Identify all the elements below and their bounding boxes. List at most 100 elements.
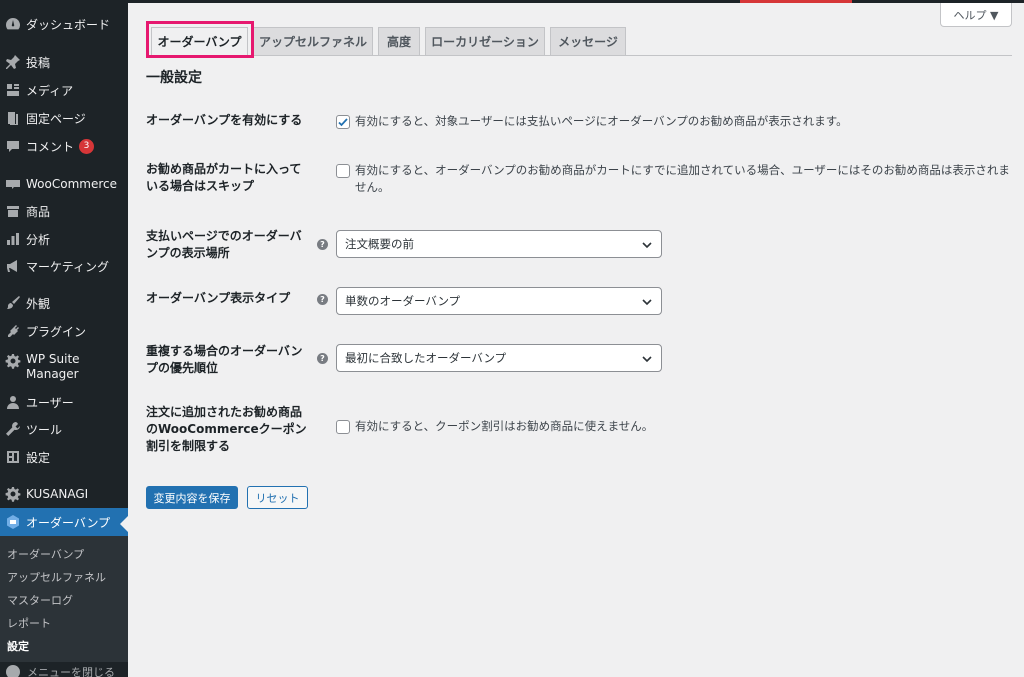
- collapse-menu-label: メニューを閉じる: [27, 666, 115, 677]
- sidebar-item-order-bump[interactable]: オーダーバンプ: [0, 508, 128, 536]
- gear-icon: [0, 350, 26, 369]
- sidebar-item-woocommerce[interactable]: WooCommerce: [0, 170, 128, 198]
- submenu-item-report[interactable]: レポート: [7, 615, 51, 631]
- chevron-down-icon: [642, 356, 652, 363]
- sidebar-item-marketing[interactable]: マーケティング: [0, 252, 128, 280]
- skip-if-in-cart-label: お勧め商品がカートに入っている場合はスキップ: [146, 162, 302, 193]
- sidebar-item-label: メディア: [26, 83, 74, 98]
- page-icon: [0, 110, 26, 126]
- collapse-menu-button[interactable]: メニューを閉じる: [0, 662, 128, 677]
- sidebar-item-dashboard[interactable]: ダッシュボード: [0, 10, 128, 38]
- bump-priority-select[interactable]: 最初に合致したオーダーバンプ: [336, 344, 662, 372]
- save-button[interactable]: 変更内容を保存: [146, 486, 238, 509]
- gear-icon: [0, 486, 26, 502]
- skip-if-in-cart-checkbox[interactable]: [336, 164, 350, 178]
- submenu-item-upsell-funnel[interactable]: アップセルファネル: [7, 569, 106, 585]
- tab-messages[interactable]: メッセージ: [550, 27, 626, 55]
- sidebar-item-label: KUSANAGI: [26, 487, 89, 501]
- admin-bar-accent: [740, 0, 852, 3]
- sidebar-item-label: マーケティング: [26, 259, 110, 274]
- sidebar-item-label: オーダーバンプ: [26, 515, 111, 530]
- tabs-divider: [146, 55, 1012, 56]
- bump-display-type-value: 単数のオーダーバンプ: [345, 294, 461, 308]
- sidebar-item-appearance[interactable]: 外観: [0, 289, 128, 317]
- tab-advanced[interactable]: 高度: [378, 27, 420, 55]
- bump-display-type-select[interactable]: 単数のオーダーバンプ: [336, 287, 662, 315]
- woocommerce-icon: [0, 176, 26, 192]
- sidebar-item-label: ダッシュボード: [26, 17, 111, 32]
- bump-priority-label: 重複する場合のオーダーバンプの優先順位: [146, 344, 303, 375]
- enable-order-bump-description: 有効にすると、対象ユーザーには支払いページにオーダーバンプのお勧め商品が表示され…: [355, 114, 848, 128]
- user-icon: [0, 394, 26, 410]
- sidebar-item-posts[interactable]: 投稿: [0, 48, 128, 76]
- enable-order-bump-label: オーダーバンプを有効にする: [146, 113, 303, 127]
- chevron-down-icon: [642, 299, 652, 306]
- order-bump-submenu: オーダーバンプ アップセルファネル マスターログ レポート 設定: [0, 536, 128, 662]
- sidebar-item-wp-suite-manager[interactable]: WP Suite Manager: [0, 350, 128, 386]
- sidebar-item-label: 商品: [26, 204, 51, 219]
- sidebar-item-label: 分析: [26, 232, 51, 247]
- checkmark-icon: [338, 118, 348, 127]
- restrict-coupon-checkbox[interactable]: [336, 420, 350, 434]
- sidebar-item-label: 固定ページ: [26, 111, 86, 126]
- sidebar-item-products[interactable]: 商品: [0, 197, 128, 225]
- sidebar-item-media[interactable]: メディア: [0, 76, 128, 104]
- help-button[interactable]: ヘルプ ▼: [940, 3, 1012, 27]
- restrict-coupon-label: 注文に追加されたお勧め商品のWooCommerceクーポン割引を制限する: [146, 405, 307, 453]
- sidebar-item-plugins[interactable]: プラグイン: [0, 317, 128, 345]
- sidebar-item-comments[interactable]: コメント 3: [0, 132, 128, 160]
- wrench-icon: [0, 421, 26, 437]
- sidebar-item-label: プラグイン: [26, 324, 87, 339]
- analytics-icon: [0, 231, 26, 247]
- sidebar-item-tools[interactable]: ツール: [0, 415, 128, 443]
- comment-icon: [0, 138, 26, 154]
- sidebar-item-label: ツール: [26, 422, 63, 437]
- bump-location-label: 支払いページでのオーダーバンプの表示場所: [146, 229, 302, 260]
- help-icon[interactable]: ?: [317, 239, 328, 250]
- comment-count-badge: 3: [79, 138, 95, 154]
- bump-location-value: 注文概要の前: [345, 237, 414, 251]
- help-icon[interactable]: ?: [317, 294, 328, 305]
- sidebar-item-label: WooCommerce: [26, 177, 117, 191]
- submenu-item-settings[interactable]: 設定: [7, 638, 29, 654]
- sidebar-item-label: WP Suite Manager: [26, 352, 80, 381]
- sidebar-item-kusanagi[interactable]: KUSANAGI: [0, 480, 128, 508]
- section-title: 一般設定: [146, 70, 202, 86]
- submenu-item-order-bump[interactable]: オーダーバンプ: [7, 546, 84, 562]
- active-menu-arrow: [120, 516, 128, 532]
- sidebar-item-users[interactable]: ユーザー: [0, 388, 128, 416]
- admin-sidebar: ダッシュボード 投稿 メディア 固定ページ コメント 3 WooCommerce…: [0, 0, 128, 677]
- tab-order-bump[interactable]: オーダーバンプ: [151, 27, 248, 55]
- brush-icon: [0, 295, 26, 311]
- products-icon: [0, 203, 26, 219]
- megaphone-icon: [0, 258, 26, 274]
- enable-order-bump-checkbox[interactable]: [336, 115, 350, 129]
- media-icon: [0, 82, 26, 98]
- sidebar-item-label: コメント: [26, 139, 75, 154]
- reset-button[interactable]: リセット: [247, 486, 308, 509]
- sidebar-item-label: 投稿: [26, 55, 51, 70]
- admin-bar-edge: [128, 0, 1024, 3]
- bump-priority-value: 最初に合致したオーダーバンプ: [345, 351, 507, 365]
- help-icon[interactable]: ?: [317, 353, 328, 364]
- sidebar-item-settings[interactable]: 設定: [0, 443, 128, 471]
- settings-icon: [0, 449, 26, 465]
- pin-icon: [0, 54, 26, 70]
- dashboard-icon: [0, 16, 26, 32]
- tab-upsell-funnel[interactable]: アップセルファネル: [253, 27, 373, 55]
- bump-location-select[interactable]: 注文概要の前: [336, 230, 662, 258]
- skip-if-in-cart-description: 有効にすると、オーダーバンプのお勧め商品がカートにすでに追加されている場合、ユー…: [355, 163, 1010, 194]
- plugin-icon: [0, 323, 26, 339]
- sidebar-item-label: 外観: [26, 296, 51, 311]
- chevron-down-icon: [642, 242, 652, 249]
- submenu-item-master-log[interactable]: マスターログ: [7, 592, 73, 608]
- sidebar-item-label: 設定: [26, 450, 51, 465]
- sidebar-item-pages[interactable]: 固定ページ: [0, 104, 128, 132]
- collapse-icon: [6, 665, 20, 677]
- bump-display-type-label: オーダーバンプ表示タイプ: [146, 291, 291, 305]
- tab-localization[interactable]: ローカリゼーション: [425, 27, 545, 55]
- restrict-coupon-description: 有効にすると、クーポン割引はお勧め商品に使えません。: [355, 419, 654, 433]
- order-bump-icon: [0, 514, 26, 530]
- sidebar-item-label: ユーザー: [26, 395, 74, 410]
- sidebar-item-analytics[interactable]: 分析: [0, 225, 128, 253]
